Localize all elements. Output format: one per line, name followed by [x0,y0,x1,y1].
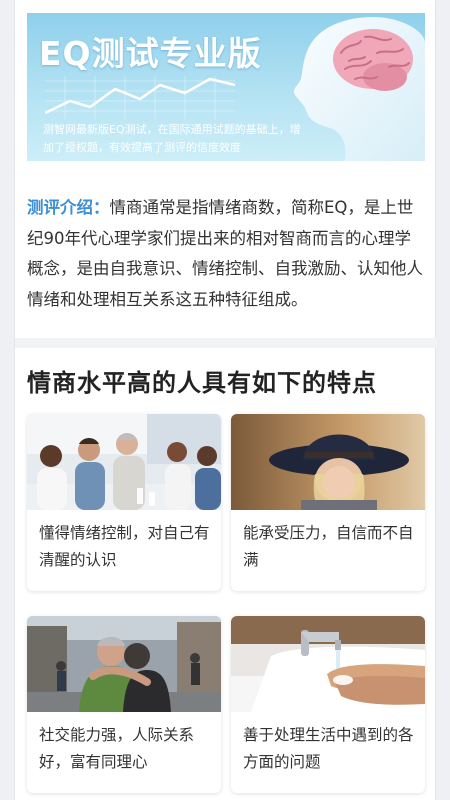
banner-description: 测智网最新版EQ测试，在国际通用试题的基础上，增加了授权题，有效提高了测评的信度… [43,123,301,154]
trait-card-social[interactable]: 社交能力强，人际关系好，富有同理心 [27,616,221,793]
trait-card-emotion-control[interactable]: 懂得情绪控制，对自己有清醒的认识 [27,414,221,591]
line-chart-icon [45,76,236,119]
card-text: 懂得情绪控制，对自己有清醒的认识 [39,524,210,569]
card-text: 社交能力强，人际关系好，富有同理心 [39,726,195,771]
child-hat-photo [231,414,425,510]
test-introduction: 测评介绍：情商通常是指情绪商数，简称EQ，是上世纪90年代心理学家们提出来的相对… [27,193,425,315]
page-container: EQ测试专业版 测智网最新版EQ测试，在国际通用试题的基础上，增加了授权题，有效… [14,0,437,800]
card-text: 能承受压力，自信而不自满 [243,524,414,569]
hug-photo [27,616,221,712]
banner-title: EQ测试专业版 [39,34,262,73]
intro-label: 测评介绍： [27,198,110,217]
eq-test-banner[interactable]: EQ测试专业版 测智网最新版EQ测试，在国际通用试题的基础上，增加了授权题，有效… [27,13,425,161]
washing-hands-photo [231,616,425,712]
section-title: 情商水平高的人具有如下的特点 [27,369,377,397]
section-divider [15,338,437,348]
head-brain-icon [293,17,425,161]
trait-card-problem-solving[interactable]: 善于处理生活中遇到的各方面的问题 [231,616,425,793]
meeting-photo [27,414,221,510]
card-text: 善于处理生活中遇到的各方面的问题 [243,726,414,771]
trait-card-pressure[interactable]: 能承受压力，自信而不自满 [231,414,425,591]
